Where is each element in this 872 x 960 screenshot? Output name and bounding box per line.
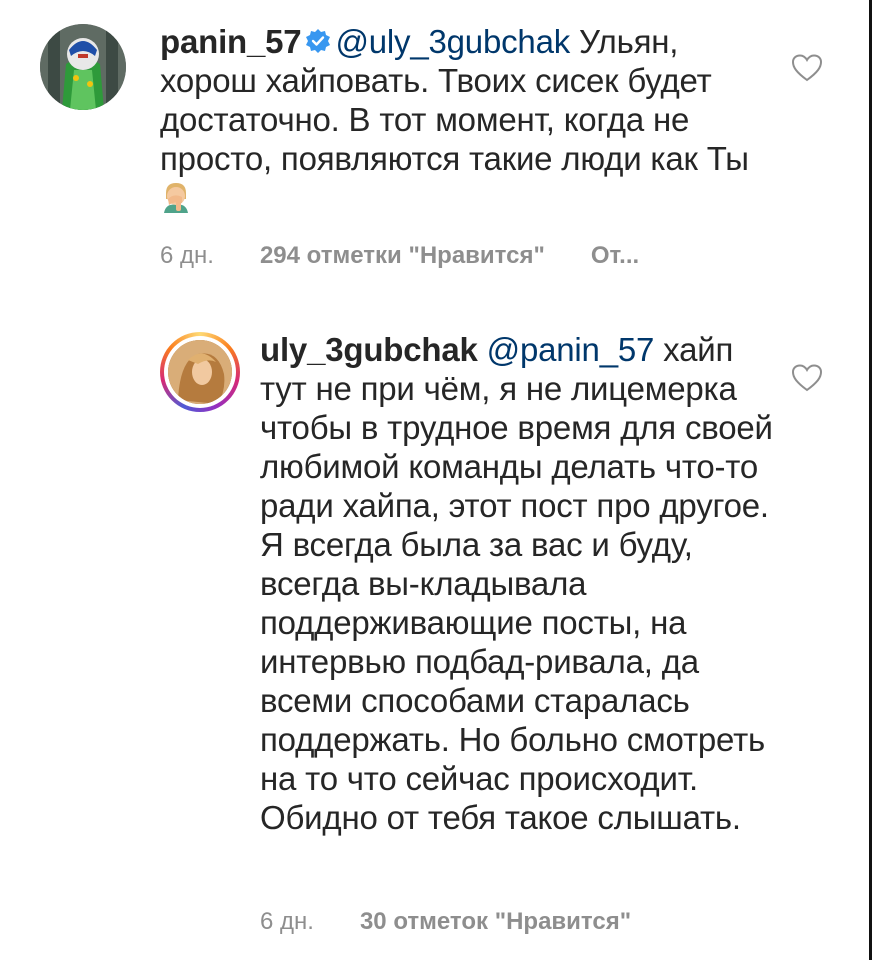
likes-count[interactable]: 30 отметок "Нравится": [360, 908, 631, 935]
avatar[interactable]: [40, 24, 126, 110]
comment-meta: 6 дн. 294 отметки "Нравится" От...: [160, 242, 685, 270]
username-link[interactable]: uly_3gubchak: [260, 331, 478, 368]
avatar: [164, 336, 236, 408]
comment-text: uly_3gubchak @panin_57 хайп тут не при ч…: [260, 330, 780, 837]
comment-time: 6 дн.: [260, 908, 314, 935]
avatar-photo: [40, 24, 126, 110]
likes-count[interactable]: 294 отметки "Нравится": [260, 242, 545, 269]
avatar-photo: [168, 340, 232, 404]
avatar-story-ring[interactable]: [160, 332, 240, 412]
face-palm-emoji-icon: [164, 183, 188, 214]
reply-button[interactable]: От...: [591, 242, 639, 269]
username-link[interactable]: panin_57: [160, 23, 302, 60]
heart-icon[interactable]: [792, 364, 822, 392]
comment-time: 6 дн.: [160, 242, 214, 269]
mention-link[interactable]: @uly_3gubchak: [335, 23, 570, 60]
heart-icon[interactable]: [792, 54, 822, 82]
verified-badge-icon: [306, 29, 331, 54]
comment-meta: 6 дн. 30 отметок "Нравится": [260, 908, 677, 936]
mention-link[interactable]: @panin_57: [487, 331, 655, 368]
comment-text: panin_57 @uly_3gubchak Ульян, хорош хайп…: [160, 22, 770, 219]
comment-body: хайп тут не при чём, я не лицемерка чтоб…: [260, 331, 773, 836]
